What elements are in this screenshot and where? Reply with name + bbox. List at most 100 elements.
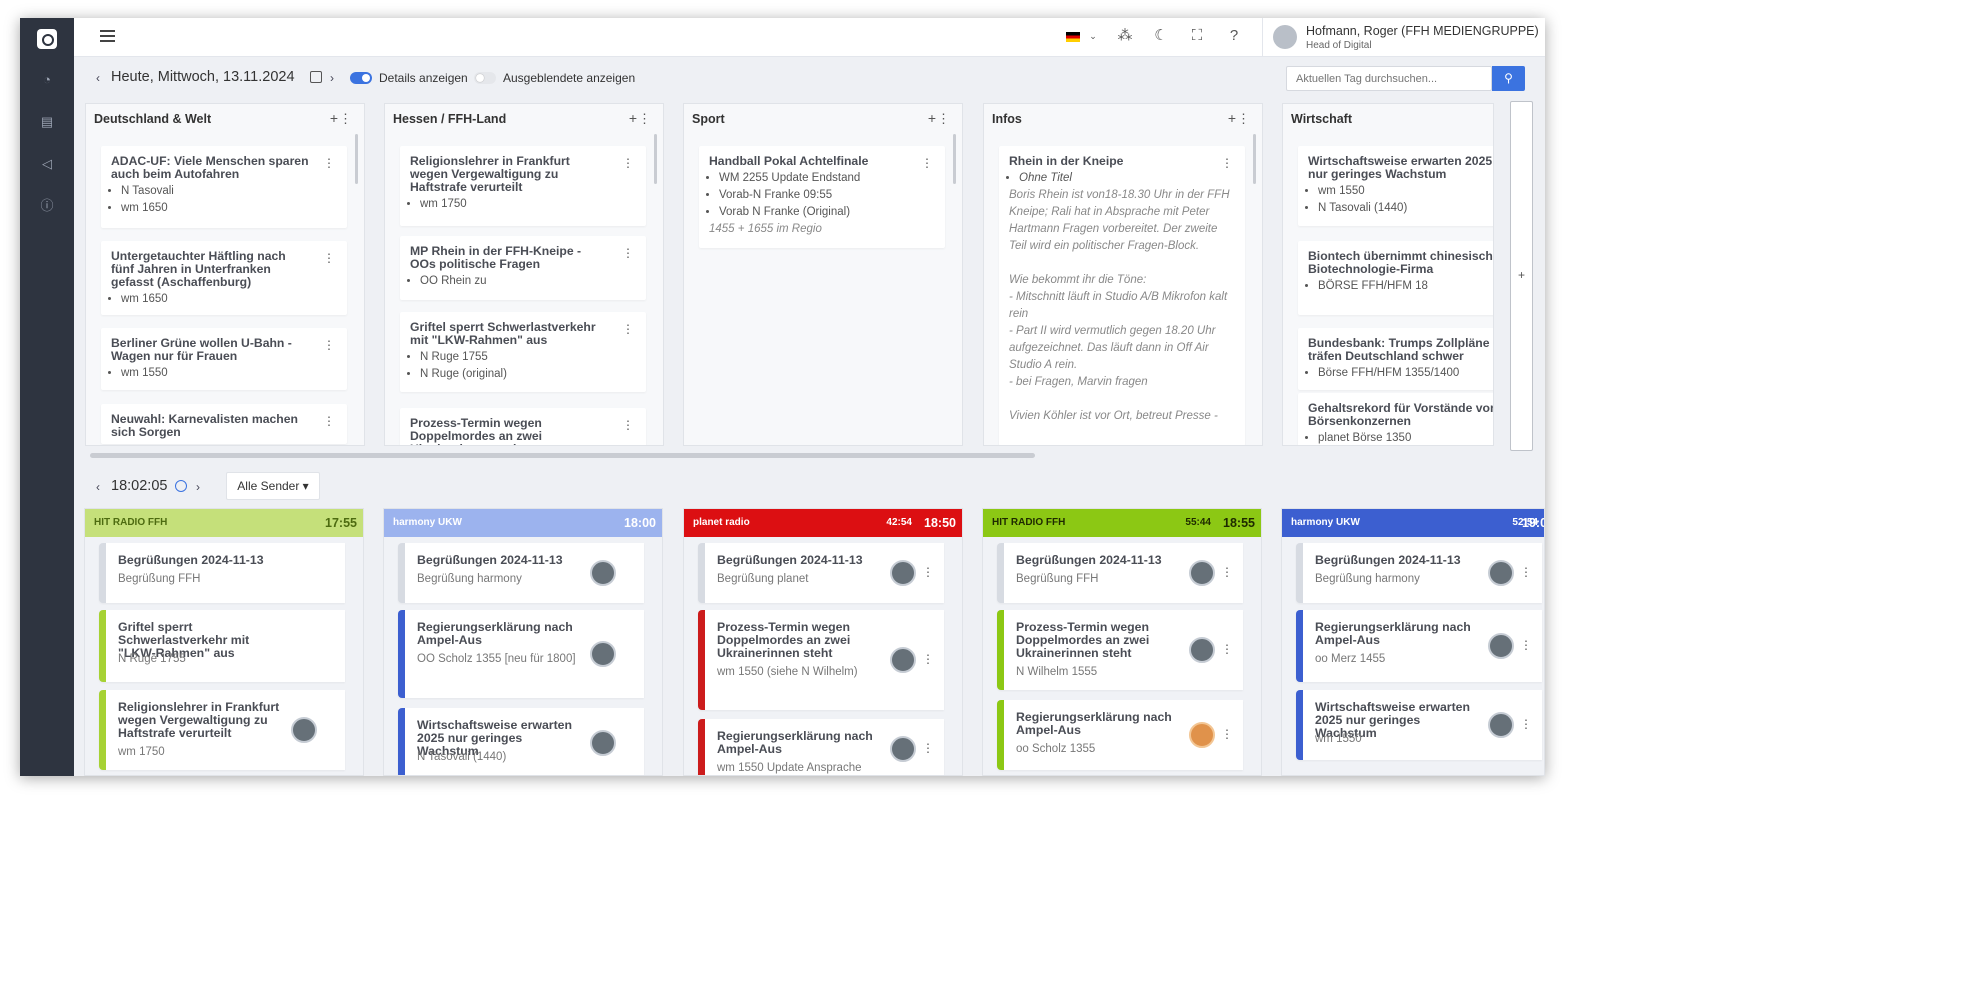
card-menu-icon[interactable]: ⋮: [622, 418, 634, 432]
station-header[interactable]: planet radio 42:54 18:50: [684, 509, 962, 537]
column-scrollbar[interactable]: [953, 134, 956, 184]
schedule-menu-icon[interactable]: ⋮: [1520, 565, 1532, 579]
schedule-card[interactable]: Religionslehrer in Frankfurt wegen Verge…: [99, 690, 345, 770]
clock-icon[interactable]: [175, 480, 187, 492]
card-menu-icon[interactable]: ⋮: [622, 322, 634, 336]
topic-card[interactable]: Berliner Grüne wollen U-Bahn -Wagen nur …: [101, 328, 347, 390]
topic-card[interactable]: Rhein in der Kneipe ⋮ Ohne Titel Boris Rhei…: [999, 146, 1245, 445]
schedule-card[interactable]: Begrüßungen 2024-11-13 Begrüßung harmony: [398, 543, 644, 603]
topic-card[interactable]: Biontech übernimmt chinesische Biotechno…: [1298, 241, 1493, 315]
schedule-menu-icon[interactable]: ⋮: [922, 652, 934, 666]
add-card-icon[interactable]: +: [928, 110, 936, 126]
schedule-card[interactable]: Begrüßungen 2024-11-13 Begrüßung planet ⋮: [698, 543, 944, 603]
schedule-card[interactable]: Griftel sperrt Schwerlastverkehr mit "LK…: [99, 610, 345, 682]
schedule-menu-icon[interactable]: ⋮: [922, 565, 934, 579]
card-menu-icon[interactable]: ⋮: [323, 251, 335, 265]
card-title: Wirtschaftsweise erwarten 2025 nur gerin…: [1308, 154, 1493, 181]
schedule-title: Regierungserklärung nach Ampel-Aus: [1315, 620, 1471, 647]
topic-card[interactable]: Neuwahl: Karnevalisten machen sich Sorge…: [101, 404, 347, 444]
column-scrollbar[interactable]: [355, 134, 358, 184]
card-menu-icon[interactable]: ⋮: [323, 414, 335, 428]
schedule-menu-icon[interactable]: ⋮: [922, 741, 934, 755]
language-flag-icon[interactable]: [1066, 32, 1080, 42]
schedule-card[interactable]: Begrüßungen 2024-11-13 Begrüßung FFH ⋮: [997, 543, 1243, 603]
station-header[interactable]: HIT RADIO FFH 55:44 18:55: [983, 509, 1261, 537]
info-icon[interactable]: ⓘ: [37, 196, 57, 216]
card-menu-icon[interactable]: ⋮: [323, 156, 335, 170]
details-toggle[interactable]: [350, 72, 372, 84]
search-icon[interactable]: ⚲: [1492, 66, 1525, 91]
add-card-icon[interactable]: +: [629, 110, 637, 126]
schedule-meta: N Wilhelm 1555: [1016, 666, 1098, 678]
schedule-card[interactable]: Prozess-Termin wegen Doppelmordes an zwe…: [997, 610, 1243, 690]
topic-card[interactable]: ADAC-UF: Viele Menschen sparen auch beim…: [101, 146, 347, 228]
add-card-icon[interactable]: +: [1228, 110, 1236, 126]
horizontal-scrollbar[interactable]: [90, 453, 1035, 458]
card-menu-icon[interactable]: ⋮: [622, 156, 634, 170]
help-icon[interactable]: ?: [1225, 27, 1243, 45]
editor-avatar: [890, 736, 916, 762]
schedule-card[interactable]: Begrüßungen 2024-11-13 Begrüßung harmony ⋮: [1296, 543, 1542, 603]
card-menu-icon[interactable]: ⋮: [1221, 156, 1233, 170]
schedule-card[interactable]: Prozess-Termin wegen Doppelmordes an zwe…: [698, 610, 944, 710]
column-menu-icon[interactable]: ⋮: [1237, 111, 1250, 127]
schedule-title: Begrüßungen 2024-11-13: [118, 553, 264, 567]
next-day-icon[interactable]: ›: [330, 71, 334, 85]
topic-card[interactable]: Gehaltsrekord für Vorstände von Börsenko…: [1298, 393, 1493, 445]
next-time-icon[interactable]: ›: [196, 480, 200, 494]
station-header[interactable]: harmony UKW52:5419:00: [1282, 509, 1544, 537]
user-menu[interactable]: Hofmann, Roger (FFH MEDIENGRUPPE) Head o…: [1262, 18, 1545, 57]
dashboard-icon[interactable]: ◔: [37, 70, 57, 90]
add-column-button[interactable]: +: [1510, 101, 1533, 451]
sender-filter-dropdown[interactable]: Alle Sender ▾: [226, 472, 320, 500]
card-menu-icon[interactable]: ⋮: [921, 156, 933, 170]
schedule-card[interactable]: Regierungserklärung nach Ampel-Aus oo Mer…: [1296, 610, 1542, 682]
schedule-menu-icon[interactable]: ⋮: [1520, 638, 1532, 652]
app-logo[interactable]: [37, 29, 57, 49]
prev-time-icon[interactable]: ‹: [96, 480, 100, 494]
card-menu-icon[interactable]: ⋮: [622, 246, 634, 260]
card-item: Vorab-N Franke 09:55: [719, 187, 860, 204]
schedule-card[interactable]: Wirtschaftsweise erwarten 2025 nur gerin…: [398, 708, 644, 775]
schedule-menu-icon[interactable]: ⋮: [1221, 565, 1233, 579]
topic-card[interactable]: Prozess-Termin wegen Doppelmordes an zwe…: [400, 408, 646, 445]
topic-card[interactable]: Bundesbank: Trumps Zollpläne träfen Deut…: [1298, 328, 1493, 390]
search-input[interactable]: [1286, 66, 1492, 91]
apps-icon[interactable]: ⁂: [1116, 27, 1134, 45]
add-card-icon[interactable]: +: [330, 110, 338, 126]
column-title: Sport: [692, 112, 725, 126]
topic-card[interactable]: MP Rhein in der FFH-Kneipe - OOs politis…: [400, 236, 646, 300]
schedule-card[interactable]: Regierungserklärung nach Ampel-Aus OO Sch…: [398, 610, 644, 698]
card-menu-icon[interactable]: ⋮: [323, 338, 335, 352]
topic-card[interactable]: Handball Pokal Achtelfinale ⋮ WM 2255 Upda…: [699, 146, 945, 248]
calendar-icon[interactable]: [310, 71, 322, 83]
station-name: HIT RADIO FFH: [94, 517, 168, 528]
audio-icon[interactable]: ◁: [37, 154, 57, 174]
column-scrollbar[interactable]: [1253, 134, 1256, 184]
dark-mode-icon[interactable]: ☾: [1152, 27, 1170, 45]
column-menu-icon[interactable]: ⋮: [339, 111, 352, 127]
schedule-menu-icon[interactable]: ⋮: [1520, 717, 1532, 731]
fullscreen-icon[interactable]: ⛶: [1188, 27, 1206, 45]
topic-card[interactable]: Religionslehrer in Frankfurt wegen Verge…: [400, 146, 646, 226]
topic-card[interactable]: Wirtschaftsweise erwarten 2025 nur gerin…: [1298, 146, 1493, 226]
schedule-card[interactable]: Begrüßungen 2024-11-13 Begrüßung FFH: [99, 543, 345, 603]
chevron-down-icon[interactable]: ⌄: [1084, 27, 1102, 45]
planner-icon[interactable]: ▤: [37, 112, 57, 132]
station-header[interactable]: harmony UKW 18:00: [384, 509, 662, 537]
schedule-menu-icon[interactable]: ⋮: [1221, 727, 1233, 741]
station-header[interactable]: HIT RADIO FFH 17:55: [85, 509, 363, 537]
card-title: Religionslehrer in Frankfurt wegen Verge…: [410, 154, 570, 194]
topic-card[interactable]: Griftel sperrt Schwerlastverkehr mit "LK…: [400, 312, 646, 392]
schedule-menu-icon[interactable]: ⋮: [1221, 642, 1233, 656]
column-menu-icon[interactable]: ⋮: [937, 111, 950, 127]
hidden-toggle[interactable]: [474, 72, 496, 84]
schedule-card[interactable]: Regierungserklärung nach Ampel-Aus oo Sch…: [997, 700, 1243, 770]
menu-icon[interactable]: [100, 30, 115, 42]
topic-card[interactable]: Untergetauchter Häftling nach fünf Jahre…: [101, 241, 347, 315]
prev-day-icon[interactable]: ‹: [96, 71, 100, 85]
column-menu-icon[interactable]: ⋮: [638, 111, 651, 127]
schedule-card[interactable]: Wirtschaftsweise erwarten 2025 nur gerin…: [1296, 690, 1542, 760]
schedule-card[interactable]: Regierungserklärung nach Ampel-Aus wm 155…: [698, 719, 944, 775]
column-scrollbar[interactable]: [654, 134, 657, 184]
